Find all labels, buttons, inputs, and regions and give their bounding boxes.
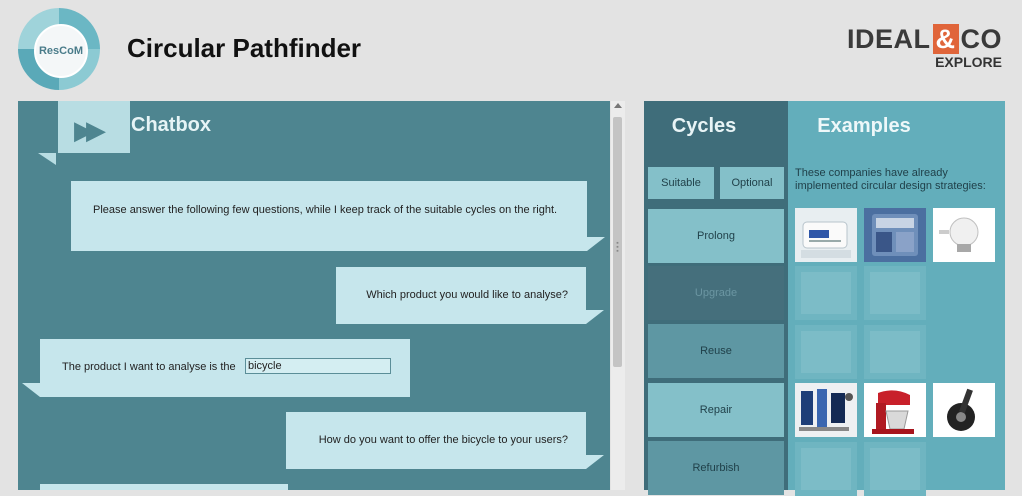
chat-answer-text: The product I want to analyse is the	[62, 361, 236, 373]
rescom-logo-text: ResCoM	[34, 24, 88, 78]
chat-message: How do you want to offer the bicycle to …	[286, 412, 604, 469]
chat-message: Which product you would like to analyse?	[336, 267, 604, 324]
rescom-logo: ResCoM	[18, 8, 100, 90]
chatbox-tab: ▶▶	[58, 101, 130, 153]
product-image[interactable]	[864, 442, 926, 496]
wheel-image[interactable]	[933, 383, 995, 437]
tool-image[interactable]	[795, 325, 857, 379]
brand-co: CO	[960, 24, 1002, 54]
fast-forward-icon: ▶▶	[74, 115, 106, 145]
device-image[interactable]	[864, 266, 926, 320]
chat-answer-partial	[40, 484, 288, 490]
packaging-image[interactable]	[795, 442, 857, 496]
header: ResCoM Circular Pathfinder IDEAL & CO EXPL…	[0, 0, 1022, 100]
filter-suitable-button[interactable]: Suitable	[648, 167, 714, 199]
appliance-label-image[interactable]	[795, 208, 857, 262]
cycle-prolong[interactable]: Prolong	[648, 209, 784, 263]
cycle-upgrade[interactable]: Upgrade	[648, 266, 784, 320]
cycle-reuse[interactable]: Reuse	[648, 324, 784, 378]
app-title: Circular Pathfinder	[127, 33, 362, 63]
chatbox-title: Chatbox	[131, 114, 211, 136]
scroll-up-icon[interactable]	[614, 103, 622, 108]
examples-description: These companies have already implemented…	[795, 167, 986, 192]
scroll-thumb[interactable]: ▪ ▪ ▪	[613, 117, 622, 367]
chat-message-text: Which product you would like to analyse?	[366, 289, 568, 301]
brand-ideal: IDEAL	[847, 24, 931, 54]
phone-components-image[interactable]	[795, 383, 857, 437]
printer-image[interactable]	[795, 266, 857, 320]
brand-explore: EXPLORE	[935, 54, 1002, 70]
filter-optional-button[interactable]: Optional	[720, 167, 784, 199]
brand-amp: &	[932, 24, 959, 54]
examples-title: Examples	[817, 115, 911, 137]
bubble-tail	[586, 455, 604, 469]
ideal-co-logo: IDEAL & CO EXPLORE	[847, 24, 1002, 70]
bubble-tail	[586, 310, 604, 324]
cycles-title: Cycles	[671, 115, 737, 137]
kitchen-mixer-image[interactable]	[864, 383, 926, 437]
product-answer-input[interactable]	[245, 358, 391, 374]
chat-scrollbar[interactable]: ▪ ▪ ▪	[611, 101, 625, 490]
chat-message-text: Please answer the following few question…	[93, 204, 558, 216]
chat-message: Please answer the following few question…	[71, 181, 605, 251]
scroll-grip-icon: ▪ ▪ ▪	[616, 240, 619, 255]
examples-panel: Examples These companies have already im…	[788, 101, 1005, 496]
chatbox-tab-tail	[38, 153, 56, 165]
chat-answer: The product I want to analyse is the	[22, 339, 410, 397]
light-bulb-image[interactable]	[933, 208, 995, 262]
fairphone-image[interactable]	[864, 208, 926, 262]
bubble-tail	[587, 237, 605, 251]
parts-image[interactable]	[864, 325, 926, 379]
cycle-repair[interactable]: Repair	[648, 383, 784, 437]
chatbox-panel: ▶▶ Chatbox Please answer the following f…	[18, 101, 610, 490]
cycles-panel: Cycles Suitable Optional Prolong Upgrade…	[644, 101, 788, 495]
cycle-refurbish[interactable]: Refurbish	[648, 441, 784, 495]
bubble-tail	[22, 383, 40, 397]
chat-message-text: How do you want to offer the bicycle to …	[318, 434, 568, 446]
